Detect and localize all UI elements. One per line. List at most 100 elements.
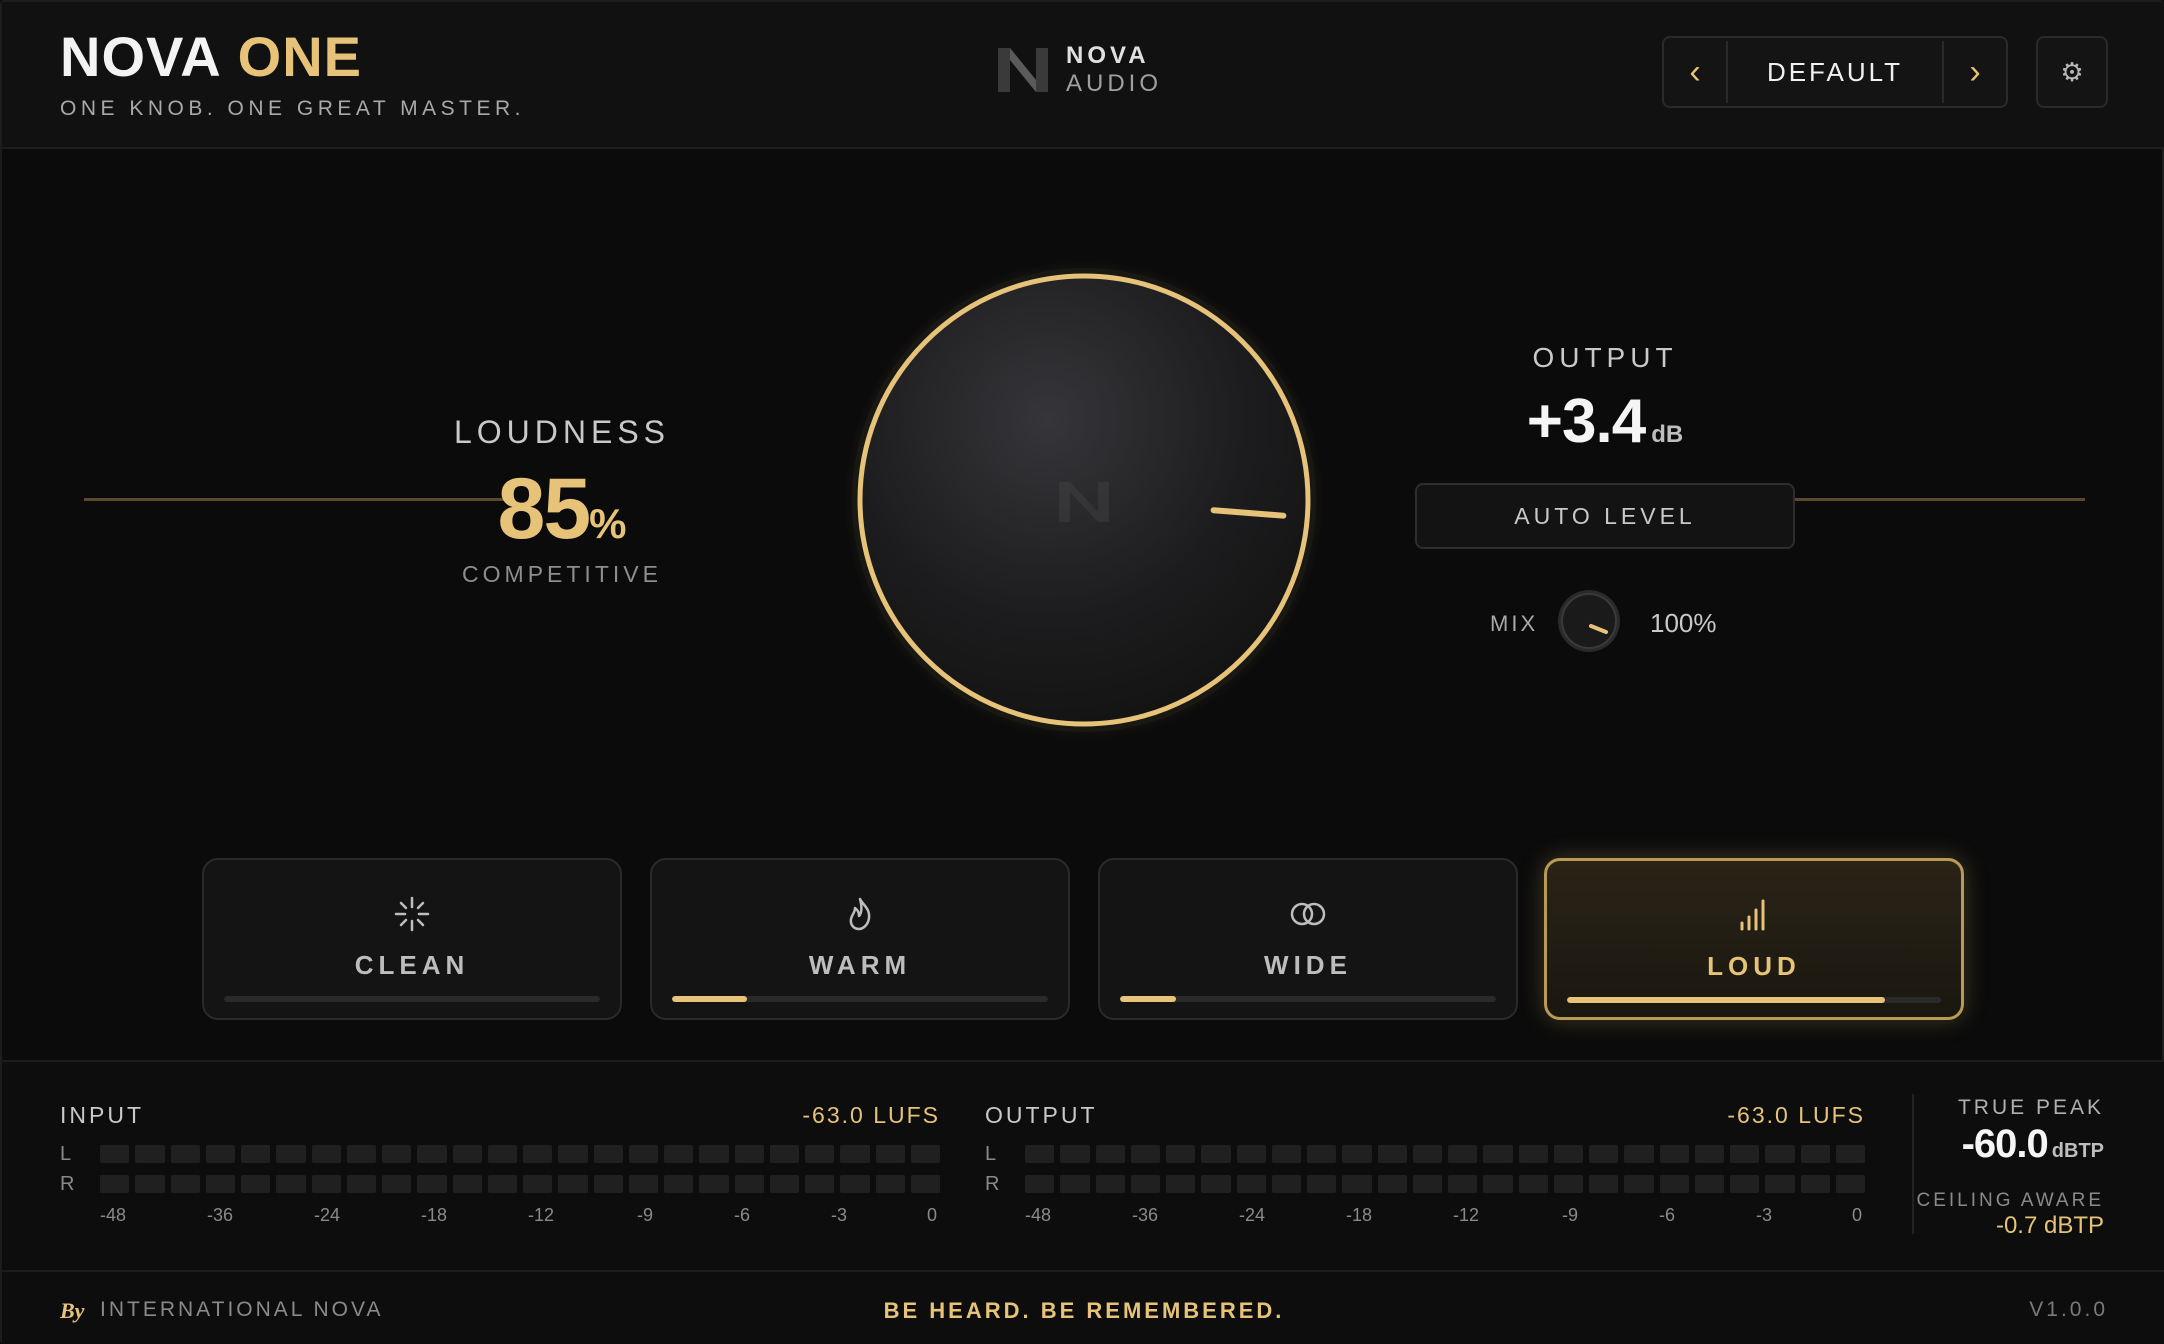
meter-segment: [1765, 1175, 1795, 1193]
meter-segment: [276, 1175, 306, 1193]
mode-card-wide[interactable]: WIDE: [1098, 858, 1518, 1020]
channel-label-left: L: [985, 1143, 997, 1165]
meter-segment: [487, 1145, 517, 1163]
scale-tick: -48: [1024, 1205, 1052, 1225]
meter-segment: [1448, 1175, 1478, 1193]
mode-level-fill: [1120, 996, 1177, 1002]
meter-scale: -48 -36 -24 -18 -12 -9 -6 -3 0: [100, 1205, 940, 1227]
gear-icon: ⚙: [2060, 56, 2084, 87]
output-gain: +3.4 dB: [1432, 386, 1778, 457]
meter-bar-left: [100, 1145, 940, 1163]
meter-segment: [910, 1145, 940, 1163]
meter-segment: [170, 1145, 200, 1163]
meter-segment: [628, 1175, 658, 1193]
meter-segment: [1589, 1145, 1619, 1163]
meter-segment: [1271, 1145, 1301, 1163]
meter-segment: [311, 1145, 341, 1163]
scale-tick: -36: [1131, 1205, 1159, 1225]
true-peak-number: -60.0: [1961, 1122, 2049, 1166]
meter-segment: [1060, 1175, 1090, 1193]
meter-segment: [1448, 1145, 1478, 1163]
meter-bar-right: [100, 1175, 940, 1193]
meter-segment: [593, 1175, 623, 1193]
preset-name[interactable]: DEFAULT: [1728, 57, 1942, 88]
meter-segment: [1835, 1145, 1865, 1163]
mix-value: 100%: [1650, 608, 1717, 638]
meter-segment: [1694, 1175, 1724, 1193]
slogan: BE HEARD. BE REMEMBERED.: [883, 1298, 1285, 1323]
meter-segment: [1271, 1175, 1301, 1193]
mode-level-track: [672, 996, 1048, 1002]
meter-segment: [840, 1145, 870, 1163]
scale-tick: -48: [99, 1205, 127, 1225]
nova-logo-icon: [998, 48, 1048, 92]
version-label: V1.0.0: [2029, 1298, 2108, 1321]
scale-tick: -12: [1452, 1205, 1480, 1225]
mode-level-track: [1120, 996, 1496, 1002]
auto-level-button[interactable]: AUTO LEVEL: [1415, 483, 1795, 549]
mix-knob[interactable]: [1556, 588, 1622, 654]
meter-segment: [1236, 1145, 1266, 1163]
stereo-circles-icon: [1100, 896, 1516, 932]
ceiling-label: CEILING AWARE: [1916, 1190, 2104, 1211]
mode-label: WARM: [808, 950, 912, 980]
input-meter: INPUT -63.0 LUFS L R -48 -36 -24 -18 -12…: [60, 1102, 940, 1232]
settings-button[interactable]: ⚙: [2036, 36, 2108, 108]
meter-segment: [1518, 1175, 1548, 1193]
meter-segment: [170, 1175, 200, 1193]
meter-segment: [1307, 1175, 1337, 1193]
mix-label: MIX: [1490, 611, 1539, 636]
loudness-label: LOUDNESS: [453, 414, 671, 450]
meter-segment: [1201, 1175, 1231, 1193]
loudness-value: 85%: [442, 460, 682, 559]
scale-tick: -36: [206, 1205, 234, 1225]
meter-segment: [100, 1175, 130, 1193]
meter-segment: [1483, 1145, 1513, 1163]
meter-segment: [1694, 1145, 1724, 1163]
input-lufs: -63.0 LUFS: [802, 1102, 940, 1128]
brand-logo-block: NOVA AUDIO: [992, 42, 1162, 98]
app-title: NOVA ONE: [60, 24, 362, 89]
meter-segment: [1518, 1145, 1548, 1163]
scale-tick: -12: [527, 1205, 555, 1225]
meter-segment: [699, 1145, 729, 1163]
meter-segment: [593, 1145, 623, 1163]
meter-segment: [1659, 1145, 1689, 1163]
mix-knob-graphic: [1558, 590, 1620, 652]
meter-segment: [1025, 1175, 1055, 1193]
footer-bar: By INTERNATIONAL NOVA BE HEARD. BE REMEM…: [2, 1270, 2164, 1344]
app-title-one: ONE: [237, 25, 362, 88]
meter-segment: [100, 1145, 130, 1163]
output-label: OUTPUT: [1532, 342, 1678, 373]
chevron-left-icon[interactable]: ‹: [1664, 38, 1726, 106]
scale-tick: -24: [1238, 1205, 1266, 1225]
meter-segment: [875, 1175, 905, 1193]
mode-level-fill: [672, 996, 748, 1002]
mode-label: LOUD: [1707, 951, 1801, 981]
meter-segment: [417, 1145, 447, 1163]
chevron-right-icon[interactable]: ›: [1944, 38, 2006, 106]
mode-card-warm[interactable]: WARM: [650, 858, 1070, 1020]
scale-tick: 0: [1851, 1205, 1863, 1225]
meter-segment: [135, 1145, 165, 1163]
divider: [84, 498, 504, 501]
meter-segment: [1166, 1145, 1196, 1163]
meter-segment: [910, 1175, 940, 1193]
app-title-nova: NOVA: [60, 25, 222, 88]
meter-segment: [1800, 1145, 1830, 1163]
signal-bars-icon: [1547, 897, 1961, 933]
scale-tick: -24: [313, 1205, 341, 1225]
meter-bar-right: [1025, 1175, 1865, 1193]
meter-segment: [664, 1175, 694, 1193]
loudness-knob[interactable]: [844, 260, 1324, 740]
meter-segment: [205, 1175, 235, 1193]
meter-segment: [628, 1145, 658, 1163]
loudness-unit: %: [589, 500, 627, 547]
mode-card-loud[interactable]: LOUD: [1544, 858, 1964, 1020]
meter-segment: [311, 1175, 341, 1193]
meter-segment: [1412, 1145, 1442, 1163]
meter-segment: [241, 1175, 271, 1193]
meter-segment: [769, 1175, 799, 1193]
mode-card-clean[interactable]: CLEAN: [202, 858, 622, 1020]
tagline: ONE KNOB. ONE GREAT MASTER.: [60, 97, 525, 120]
